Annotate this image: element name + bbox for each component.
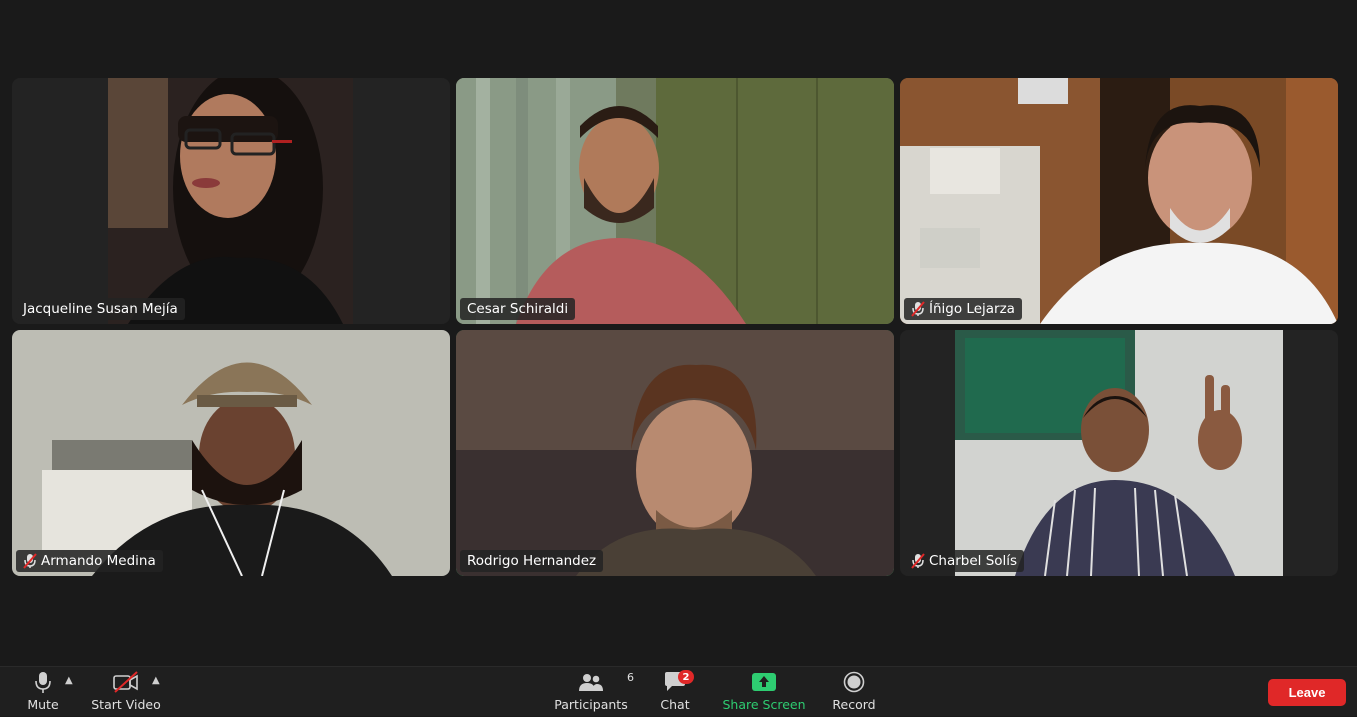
microphone-icon [35,672,51,693]
participant-tile-cesar[interactable]: Cesar Schiraldi [456,78,894,324]
participant-video-image [900,78,1338,324]
participant-video-image [108,78,353,324]
participant-video-image [12,330,450,576]
record-label: Record [832,697,876,712]
participant-tile-armando[interactable]: Armando Medina [12,330,450,576]
video-feed [108,78,353,324]
participant-name: Charbel Solís [929,553,1018,569]
leave-button[interactable]: Leave [1268,679,1346,706]
muted-mic-icon [911,553,925,569]
participant-name: Jacqueline Susan Mejía [23,301,178,317]
participant-name-tag: Charbel Solís [904,550,1025,572]
participant-video-image [955,330,1283,576]
chat-button[interactable]: 2 Chat [658,667,694,717]
participants-count: 6 [627,671,634,684]
chat-label: Chat [660,697,690,712]
audio-options-chevron-up-icon[interactable]: ▲ [65,675,73,686]
participant-tile-charbel[interactable]: Charbel Solís [900,330,1338,576]
participant-name-tag: Rodrigo Hernandez [460,550,604,572]
participant-name-tag: Íñigo Lejarza [904,298,1022,320]
video-options-chevron-up-icon[interactable]: ▲ [152,675,160,686]
share-screen-icon [752,673,776,691]
chat-unread-badge: 2 [678,670,694,684]
start-video-button[interactable]: Start Video [91,667,161,717]
muted-mic-icon [911,301,925,317]
participants-label: Participants [554,697,628,712]
participants-button[interactable]: 6 Participants [554,667,634,717]
participant-tile-jacqueline[interactable]: Jacqueline Susan Mejía [12,78,450,324]
participant-name-tag: Jacqueline Susan Mejía [16,298,185,320]
mute-label: Mute [27,697,59,712]
share-screen-label: Share Screen [722,697,806,712]
participant-name-tag: Armando Medina [16,550,163,572]
participant-video-image [456,78,894,324]
meeting-toolbar: Mute ▲ Start Video ▲ 6 Participants 2 Ch… [0,666,1357,716]
participant-name: Armando Medina [41,553,156,569]
record-icon [843,671,865,693]
video-gallery: Jacqueline Susan Mejía Cesar Schiraldi Í… [0,0,1357,666]
participant-name: Rodrigo Hernandez [467,553,597,569]
participant-name: Cesar Schiraldi [467,301,569,317]
mute-button[interactable]: Mute [26,667,60,717]
muted-mic-icon [23,553,37,569]
start-video-label: Start Video [91,697,161,712]
participant-tile-rodrigo[interactable]: Rodrigo Hernandez [456,330,894,576]
video-off-icon [113,671,138,693]
participant-name-tag: Cesar Schiraldi [460,298,576,320]
participant-video-image [456,330,894,576]
record-button[interactable]: Record [832,667,876,717]
share-screen-button[interactable]: Share Screen [722,667,806,717]
participant-tile-inigo[interactable]: Íñigo Lejarza [900,78,1338,324]
participant-name: Íñigo Lejarza [929,301,1015,317]
participants-icon [579,674,603,691]
